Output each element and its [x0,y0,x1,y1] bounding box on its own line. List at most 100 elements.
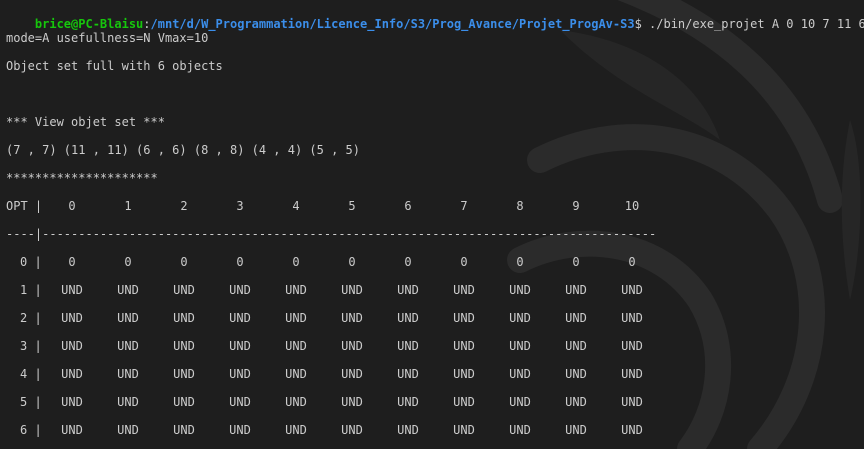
table-cell: UND [173,311,195,325]
table-cell: UND [565,283,587,297]
table-cell: UND [341,283,363,297]
row-label: 1 | [20,283,42,297]
table-cell: UND [117,283,139,297]
table-cell: UND [509,283,531,297]
table-cell: UND [621,311,643,325]
table-cell: UND [341,339,363,353]
table-cell: UND [229,367,251,381]
table-cell: 0 [124,255,132,269]
table-cell: 0 [404,255,412,269]
table-cell: UND [61,311,83,325]
row-label: 2 | [20,311,42,325]
objects-line: (7 , 7) (11 , 11) (6 , 6) (8 , 8) (4 , 4… [6,143,361,157]
table-cell: UND [285,367,307,381]
table-cell: UND [621,367,643,381]
table-cell: 0 [292,255,300,269]
table-cell: UND [397,339,419,353]
table-cell: UND [61,339,83,353]
prompt-dollar: $ [634,17,642,31]
column-header: 8 [516,199,524,213]
table-cell: UND [173,395,195,409]
table-cell: 0 [628,255,636,269]
table-cell: 0 [236,255,244,269]
column-header: 4 [292,199,300,213]
table-separator: ----|-----------------------------------… [6,227,658,241]
table-cell: 0 [180,255,188,269]
table-cell: UND [341,423,363,437]
table-cell: UND [117,423,139,437]
table-cell: UND [117,395,139,409]
table-cell: UND [565,367,587,381]
stars-line: ********************* [6,171,158,185]
table-cell: UND [509,395,531,409]
table-cell: 0 [572,255,580,269]
command-text: ./bin/exe_projet A 0 10 7 11 6 8 4 5 [649,17,864,31]
table-cell: UND [341,395,363,409]
table-cell: UND [285,423,307,437]
row-label: 4 | [20,367,42,381]
table-cell: UND [453,283,475,297]
table-cell: UND [565,339,587,353]
table-cell: UND [565,423,587,437]
prompt-colon: : [143,17,151,31]
table-cell: UND [285,339,307,353]
table-cell: UND [621,423,643,437]
table-cell: UND [173,283,195,297]
table-cell: 0 [68,255,76,269]
table-cell: UND [117,311,139,325]
prompt-path: /mnt/d/W_Programmation/Licence_Info/S3/P… [150,17,635,31]
row-label: 0 | [20,255,42,269]
table-cell: UND [173,367,195,381]
table-cell: 0 [516,255,524,269]
row-label: 5 | [20,395,42,409]
column-header: 1 [124,199,132,213]
table-cell: UND [397,395,419,409]
table-cell: UND [117,367,139,381]
prompt-user-host: brice@PC-Blaisu [34,17,144,31]
table-cell: UND [453,367,475,381]
table-cell: UND [397,367,419,381]
table-cell: UND [61,423,83,437]
table-cell: UND [341,367,363,381]
table-cell: UND [61,367,83,381]
table-cell: UND [621,283,643,297]
table-corner-label: OPT | [6,199,43,213]
table-cell: 0 [460,255,468,269]
view-objects-header: *** View objet set *** [6,115,165,129]
mode-line: mode=A usefullness=N Vmax=10 [6,31,209,45]
table-cell: UND [229,283,251,297]
table-cell: UND [453,339,475,353]
column-header: 6 [404,199,412,213]
table-cell: UND [341,311,363,325]
table-cell: UND [453,311,475,325]
column-header: 0 [68,199,76,213]
table-cell: UND [173,339,195,353]
table-cell: UND [229,395,251,409]
table-cell: UND [509,367,531,381]
table-cell: UND [565,311,587,325]
table-cell: UND [397,423,419,437]
column-header: 2 [180,199,188,213]
table-cell: UND [285,311,307,325]
table-cell: UND [285,283,307,297]
terminal-window[interactable]: brice@PC-Blaisu:/mnt/d/W_Programmation/L… [0,0,864,449]
table-cell: UND [173,423,195,437]
column-header: 7 [460,199,468,213]
table-cell: UND [453,395,475,409]
column-header: 3 [236,199,244,213]
table-cell: UND [565,395,587,409]
table-cell: UND [117,339,139,353]
row-label: 6 | [20,423,42,437]
table-cell: UND [509,311,531,325]
table-cell: UND [229,423,251,437]
table-cell: 0 [348,255,356,269]
prompt-line: brice@PC-Blaisu:/mnt/d/W_Programmation/L… [6,3,864,31]
table-cell: UND [285,395,307,409]
table-cell: UND [61,283,83,297]
column-header: 5 [348,199,356,213]
object-set-full-line: Object set full with 6 objects [6,59,223,73]
table-cell: UND [621,339,643,353]
table-cell: UND [509,423,531,437]
column-header: 9 [572,199,580,213]
column-header: 10 [624,199,640,213]
